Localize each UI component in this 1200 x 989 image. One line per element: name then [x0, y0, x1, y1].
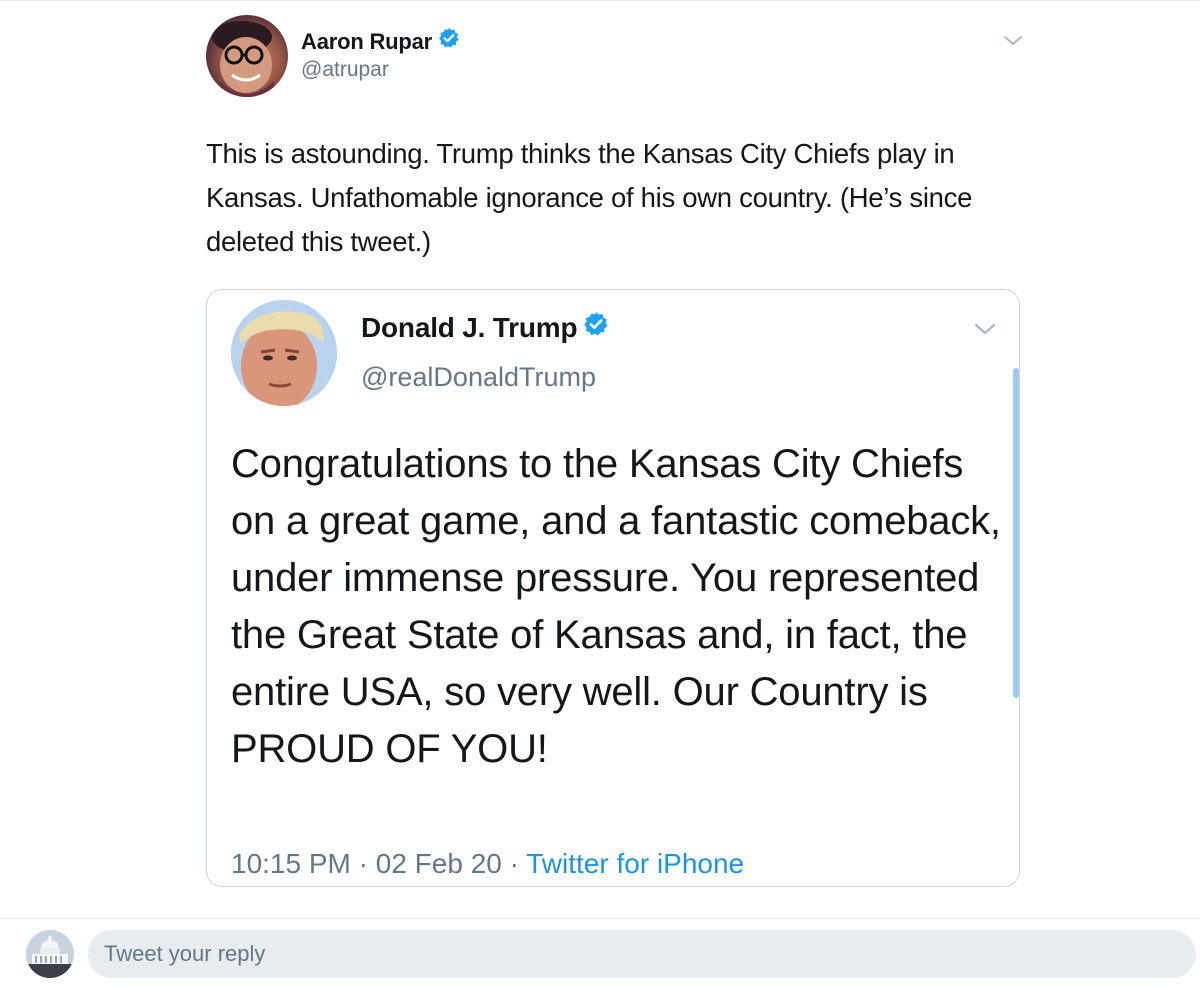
chevron-down-icon[interactable]	[973, 320, 997, 338]
meta-separator: ·	[358, 848, 368, 879]
quoted-author-avatar[interactable]	[231, 300, 337, 406]
quoted-author-name-text[interactable]: Donald J. Trump	[361, 312, 578, 343]
author-name-text[interactable]: Aaron Rupar	[301, 29, 432, 54]
tweet-text: This is astounding. Trump thinks the Kan…	[206, 138, 973, 257]
quoted-tweet-meta: 10:15 PM · 02 Feb 20 · Twitter for iPhon…	[231, 848, 744, 880]
user-avatar-icon	[231, 300, 337, 406]
tweet-source-link[interactable]: Twitter for iPhone	[526, 848, 744, 879]
tweet-time: 10:15 PM	[231, 848, 351, 879]
quoted-author-handle[interactable]: @realDonaldTrump	[361, 362, 596, 393]
quoted-author-name[interactable]: Donald J. Trump	[361, 312, 609, 344]
reply-divider	[0, 918, 1200, 919]
quoted-tweet-text: Congratulations to the Kansas City Chief…	[231, 442, 1001, 771]
top-divider	[0, 0, 1200, 1]
user-avatar-icon	[212, 21, 276, 97]
meta-separator: ·	[509, 848, 519, 879]
scrollbar[interactable]	[1013, 368, 1019, 698]
chevron-down-icon[interactable]	[1002, 33, 1024, 49]
tweet-date: 02 Feb 20	[375, 848, 502, 879]
current-user-avatar[interactable]	[26, 930, 74, 978]
reply-input[interactable]: Tweet your reply	[88, 930, 1196, 978]
author-name[interactable]: Aaron Rupar	[301, 27, 460, 55]
author-avatar[interactable]	[206, 15, 288, 97]
quoted-tweet-card[interactable]: Donald J. Trump @realDonaldTrump Congrat…	[206, 289, 1020, 887]
author-handle[interactable]: @atrupar	[301, 58, 389, 82]
verified-badge-icon	[438, 27, 460, 55]
verified-badge-icon	[583, 311, 609, 344]
capitol-avatar-icon	[26, 930, 74, 978]
